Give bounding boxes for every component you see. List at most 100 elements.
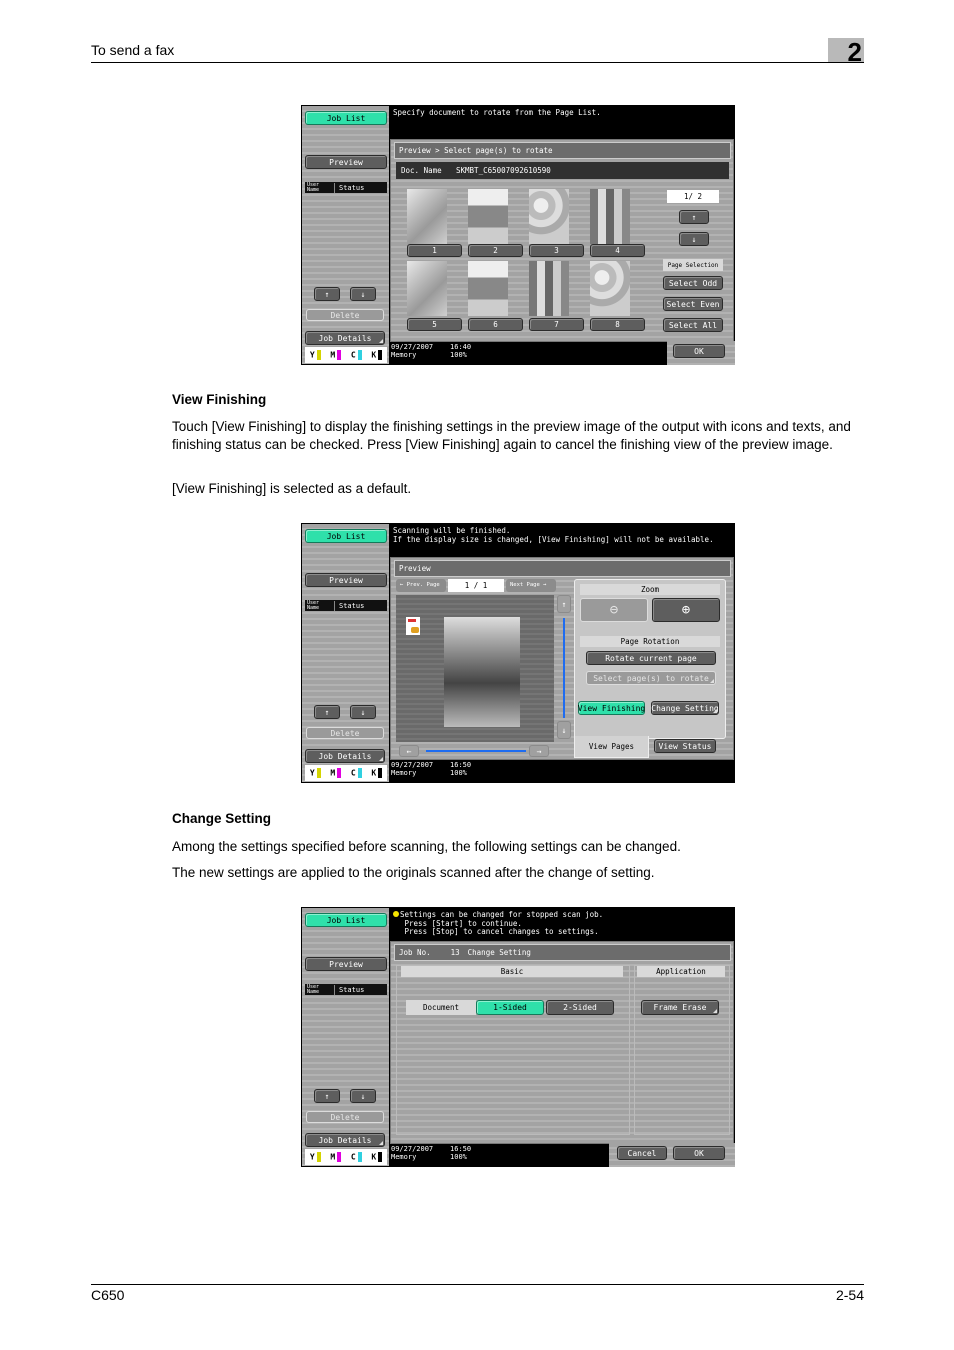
preview-scroll-left[interactable]: ←	[399, 745, 419, 757]
job-details-button[interactable]: Job Details	[305, 1133, 385, 1147]
basic-label: Basic	[401, 966, 623, 977]
scroll-down-button[interactable]: ↓	[350, 287, 376, 301]
application-section	[634, 965, 730, 1135]
document-label: Document	[406, 1000, 476, 1015]
page-thumbnail-5[interactable]	[407, 261, 447, 316]
job-details-button[interactable]: Job Details	[305, 331, 385, 345]
ok-button[interactable]: OK	[673, 1146, 725, 1160]
page-button-6[interactable]: 6	[468, 318, 523, 331]
job-title-bar: Job No. 13 Change Setting	[394, 944, 731, 961]
page-thumbnail-8[interactable]	[590, 261, 630, 316]
page-thumbnail-7[interactable]	[529, 261, 569, 316]
job-details-label: Job Details	[318, 751, 372, 761]
preview-button[interactable]: Preview	[305, 573, 387, 587]
page-thumbnail-3[interactable]	[529, 189, 569, 244]
ok-button[interactable]: OK	[673, 344, 725, 358]
date: 09/27/2007	[391, 761, 434, 769]
prev-page-button[interactable]: ← Prev. Page	[396, 579, 446, 592]
change-setting-button[interactable]: Change Setting	[651, 701, 719, 715]
scroll-up-button[interactable]: ↑	[314, 1089, 340, 1103]
toner-k: K	[371, 350, 383, 360]
scroll-down-button[interactable]: ↓	[350, 705, 376, 719]
paragraph-change-setting-1: Among the settings specified before scan…	[172, 839, 681, 854]
memory-value: 100%	[450, 351, 467, 359]
left-column: Job List Preview User Name Status ↑ ↓ De…	[302, 524, 389, 782]
scroll-up-button[interactable]: ↑	[314, 705, 340, 719]
job-list-button[interactable]: Job List	[305, 529, 387, 543]
one-sided-button[interactable]: 1-Sided	[476, 1000, 544, 1015]
up-arrow-icon: ↑	[691, 212, 697, 222]
date: 09/27/2007	[391, 1145, 434, 1153]
zoom-in-button[interactable]: ⊕	[652, 598, 720, 622]
preview-scroll-right[interactable]: →	[529, 745, 549, 757]
preview-scroll-down[interactable]: ↓	[557, 721, 571, 739]
left-arrow-icon: ←	[400, 582, 407, 588]
page-button-7[interactable]: 7	[529, 318, 584, 331]
page-thumbnail-2[interactable]	[468, 189, 508, 244]
memory-value: 100%	[450, 769, 467, 777]
select-pages-to-rotate-button[interactable]: Select page(s) to rotate	[586, 671, 716, 685]
horizontal-scrollbar[interactable]	[426, 750, 526, 752]
action-area: Cancel OK	[609, 1143, 735, 1167]
page-up-button[interactable]: ↑	[679, 210, 709, 224]
toner-k: K	[371, 768, 383, 778]
preview-button[interactable]: Preview	[305, 155, 387, 169]
page-thumbnail-4[interactable]	[590, 189, 630, 244]
page-thumbnail-1[interactable]	[407, 189, 447, 244]
page-button-3[interactable]: 3	[529, 244, 584, 257]
left-arrow-icon: ←	[406, 746, 412, 756]
user-name-column: User Name	[305, 600, 335, 611]
zoom-out-button[interactable]: ⊖	[580, 598, 648, 622]
tab-view-pages[interactable]: View Pages	[574, 736, 649, 758]
page-button-2[interactable]: 2	[468, 244, 523, 257]
job-no-label: Job No.	[399, 948, 431, 957]
status-column: Status	[339, 601, 365, 610]
view-finishing-button[interactable]: View Finishing	[578, 701, 645, 715]
job-details-label: Job Details	[318, 1135, 372, 1145]
page-button-1[interactable]: 1	[407, 244, 462, 257]
memory-value: 100%	[450, 1153, 467, 1161]
ok-area: OK	[667, 341, 735, 365]
two-sided-button[interactable]: 2-Sided	[546, 1000, 614, 1015]
user-name-column: User Name	[305, 182, 335, 193]
page-button-5[interactable]: 5	[407, 318, 462, 331]
delete-button[interactable]: Delete	[306, 1111, 384, 1123]
heading-view-finishing: View Finishing	[172, 392, 267, 407]
vertical-scrollbar[interactable]	[563, 618, 565, 718]
job-details-button[interactable]: Job Details	[305, 749, 385, 763]
corner-indicator-icon	[710, 679, 714, 683]
date: 09/27/2007	[391, 343, 434, 351]
page-rotation-label: Page Rotation	[580, 636, 720, 647]
tab-view-status[interactable]: View Status	[654, 739, 716, 753]
screen-preview-view-finishing: Job List Preview User Name Status ↑ ↓ De…	[301, 523, 735, 783]
preview-button[interactable]: Preview	[305, 957, 387, 971]
delete-button[interactable]: Delete	[306, 309, 384, 321]
preview-scroll-up[interactable]: ↑	[557, 595, 571, 613]
down-arrow-icon: ↓	[691, 234, 697, 244]
next-page-button[interactable]: Next Page →	[506, 579, 556, 592]
heading-change-setting: Change Setting	[172, 811, 272, 826]
rotate-current-page-button[interactable]: Rotate current page	[586, 651, 716, 665]
screen-change-setting: Job List Preview User Name Status ↑ ↓ De…	[301, 907, 735, 1167]
page-thumbnail-6[interactable]	[468, 261, 508, 316]
user-name-column: User Name	[305, 984, 335, 995]
page-down-button[interactable]: ↓	[679, 232, 709, 246]
select-all-button[interactable]: Select All	[663, 318, 723, 332]
status-column: Status	[339, 183, 365, 192]
page-button-8[interactable]: 8	[590, 318, 645, 331]
delete-button[interactable]: Delete	[306, 727, 384, 739]
page-selection-label: Page Selection	[663, 259, 723, 271]
cancel-button[interactable]: Cancel	[617, 1146, 667, 1160]
page-button-4[interactable]: 4	[590, 244, 645, 257]
scroll-down-button[interactable]: ↓	[350, 1089, 376, 1103]
page-counter: 1 / 1	[448, 579, 504, 592]
view-pages-panel: Zoom ⊖ ⊕ Page Rotation Rotate current pa…	[574, 579, 726, 739]
paragraph-view-finishing-2: [View Finishing] is selected as a defaul…	[172, 481, 412, 496]
scroll-up-button[interactable]: ↑	[314, 287, 340, 301]
select-even-button[interactable]: Select Even	[663, 297, 723, 311]
job-list-button[interactable]: Job List	[305, 913, 387, 927]
job-list-button[interactable]: Job List	[305, 111, 387, 125]
frame-erase-button[interactable]: Frame Erase	[641, 1000, 719, 1015]
toner-c: C	[351, 350, 362, 360]
select-odd-button[interactable]: Select Odd	[663, 276, 723, 290]
